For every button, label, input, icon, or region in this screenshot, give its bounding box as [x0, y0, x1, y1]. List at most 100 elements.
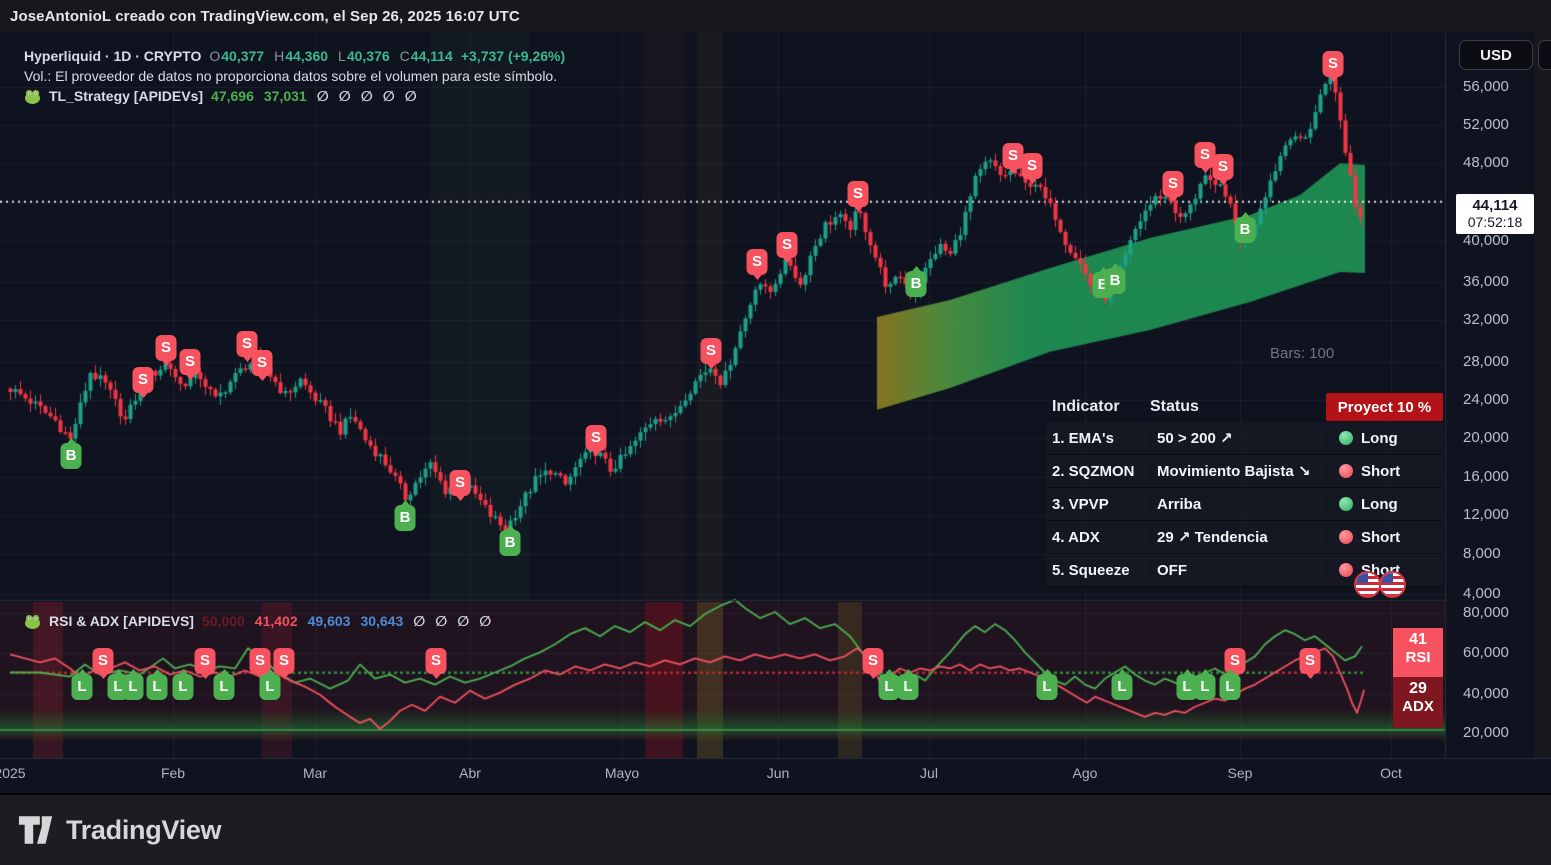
sell-signal-badge: S: [585, 425, 607, 456]
rsi-adx-value: 30,643: [360, 612, 404, 629]
sell-signal-badge: S: [1021, 153, 1043, 184]
time-axis-label[interactable]: Oct: [1380, 765, 1402, 781]
indicator-status: Arriba: [1150, 495, 1326, 513]
us-flag-icon: [1354, 571, 1381, 598]
sell-signal-badge: S: [1299, 648, 1321, 679]
time-axis-label[interactable]: Jul: [920, 765, 938, 781]
frog-icon: [25, 89, 40, 104]
long-signal-badge: L: [1036, 669, 1058, 700]
empty-value: ∅: [338, 87, 351, 104]
currency-usd-button[interactable]: USD: [1459, 40, 1533, 70]
short-dot-icon: [1339, 563, 1353, 577]
long-signal-badge: L: [71, 669, 93, 700]
long-dot-icon: [1339, 431, 1353, 445]
time-axis-label[interactable]: Feb: [161, 765, 185, 781]
volume-notice: Vol.: El proveedor de datos no proporcio…: [24, 68, 558, 84]
sell-signal-badge: S: [1212, 154, 1234, 185]
project-column-header: Proyect 10 %: [1326, 393, 1443, 421]
empty-value: ∅: [382, 87, 395, 104]
rsi-adx-value: 50,000: [201, 612, 245, 629]
sell-signal-badge: S: [700, 338, 722, 369]
collapsed-axis-button[interactable]: [1538, 40, 1551, 70]
short-dot-icon: [1339, 530, 1353, 544]
indicator-side: Short: [1326, 462, 1443, 480]
indicator-status: 50 > 200 ↗: [1150, 429, 1326, 447]
indicator-row: 4. ADX 29 ↗ Tendencia Short: [1046, 521, 1443, 554]
sell-signal-badge: S: [251, 350, 273, 381]
buy-signal-badge: B: [499, 525, 521, 556]
indicator-table-header: Indicator Status Proyect 10 %: [1046, 392, 1443, 422]
buy-signal-badge: B: [394, 500, 416, 531]
ohlc-values: O 40,377 H 44,360 L 40,376 C 44,114: [209, 48, 452, 64]
time-axis-label[interactable]: Mar: [303, 765, 327, 781]
symbol-legend-row[interactable]: Hyperliquid · 1D · CRYPTO O 40,377 H 44,360…: [24, 47, 565, 65]
price-axis-label[interactable]: 20,000: [1463, 724, 1509, 742]
time-axis-label[interactable]: Abr: [459, 765, 481, 781]
price-axis-label[interactable]: 24,000: [1463, 391, 1509, 409]
rsi-adx-values: 50,000 41,402 49,603 30,643 ∅ ∅ ∅ ∅: [202, 613, 491, 630]
price-axis-label[interactable]: 36,000: [1463, 273, 1509, 291]
empty-value: ∅: [404, 87, 417, 104]
short-dot-icon: [1339, 464, 1353, 478]
last-price: 44,114: [1472, 197, 1518, 214]
indicator-name: 4. ADX: [1052, 528, 1100, 546]
tradingview-snapshot: JoseAntonioL creado con TradingView.com,…: [0, 0, 1551, 865]
buy-signal-badge: B: [1234, 212, 1256, 243]
empty-value: ∅: [479, 612, 492, 629]
indicator-status: Movimiento Bajista ↘: [1150, 462, 1326, 480]
rsi-value-badge: 41 RSI: [1393, 628, 1443, 677]
price-axis-label[interactable]: 16,000: [1463, 468, 1509, 486]
indicator-row: 3. VPVP Arriba Long: [1046, 488, 1443, 521]
rsi-adx-legend-row[interactable]: RSI & ADX [APIDEVS] 50,000 41,402 49,603 30…: [24, 612, 491, 630]
time-axis-label[interactable]: 2025: [0, 765, 26, 781]
indicator-side: Long: [1326, 495, 1443, 513]
price-axis-label[interactable]: 40,000: [1463, 685, 1509, 703]
price-axis-label[interactable]: 32,000: [1463, 311, 1509, 329]
time-axis-label[interactable]: Jun: [767, 765, 790, 781]
adx-value: 29: [1409, 680, 1427, 697]
price-axis-label[interactable]: 48,000: [1463, 154, 1509, 172]
time-axis-label[interactable]: Mayo: [605, 765, 639, 781]
tradingview-brand: TradingView: [66, 814, 222, 845]
sell-signal-badge: S: [273, 648, 295, 679]
price-axis-label[interactable]: 56,000: [1463, 78, 1509, 96]
ohlc-pair: L 40,376: [338, 48, 390, 64]
price-axis-label[interactable]: 28,000: [1463, 353, 1509, 371]
price-axis-label[interactable]: 20,000: [1463, 429, 1509, 447]
price-axis-label[interactable]: 60,000: [1463, 644, 1509, 662]
long-signal-badge: L: [146, 669, 168, 700]
long-signal-badge: L: [1111, 669, 1133, 700]
time-axis-label[interactable]: Ago: [1073, 765, 1098, 781]
tradingview-logo-icon: [18, 815, 53, 844]
long-signal-badge: L: [172, 669, 194, 700]
indicator-name: 5. Squeeze: [1052, 561, 1130, 579]
strategy-legend-row[interactable]: TL_Strategy [APIDEVs] 47,696 37,031 ∅ ∅ ∅ ∅ ∅: [24, 87, 417, 105]
indicator-side: Short: [1326, 528, 1443, 546]
status-column-header: Status: [1150, 398, 1199, 415]
sell-signal-badge: S: [862, 648, 884, 679]
sell-signal-badge: S: [155, 335, 177, 366]
price-axis-label[interactable]: 52,000: [1463, 116, 1509, 134]
indicator-name: 1. EMA's: [1052, 429, 1114, 447]
long-signal-badge: L: [1219, 669, 1241, 700]
empty-value: ∅: [360, 87, 373, 104]
price-axis-label[interactable]: 40,000: [1463, 232, 1509, 250]
sell-signal-badge: S: [449, 470, 471, 501]
frog-icon: [25, 614, 40, 629]
price-axis-label[interactable]: 12,000: [1463, 506, 1509, 524]
time-axis-label[interactable]: Sep: [1228, 765, 1253, 781]
price-axis-label[interactable]: 4,000: [1463, 585, 1501, 603]
buy-signal-badge: B: [1104, 263, 1126, 294]
empty-value: ∅: [457, 612, 470, 629]
sell-signal-badge: S: [194, 648, 216, 679]
sell-signal-badge: S: [132, 367, 154, 398]
indicator-name: 3. VPVP: [1052, 495, 1109, 513]
adx-label: ADX: [1402, 698, 1434, 715]
strategy-value: 37,031: [263, 87, 307, 104]
sell-signal-badge: S: [92, 648, 114, 679]
price-axis-label[interactable]: 8,000: [1463, 545, 1501, 563]
sell-signal-badge: S: [746, 249, 768, 280]
sell-signal-badge: S: [1162, 171, 1184, 202]
price-axis-label[interactable]: 80,000: [1463, 604, 1509, 622]
strategy-value: 47,696: [211, 87, 254, 104]
